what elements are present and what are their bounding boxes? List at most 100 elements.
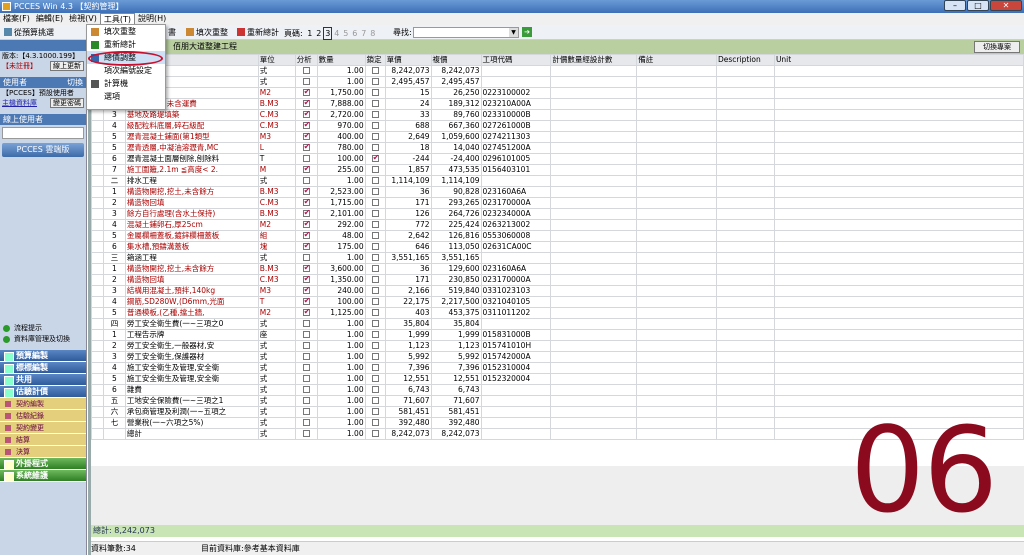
- description-en-cell[interactable]: [716, 186, 775, 198]
- analysis-cell[interactable]: [294, 153, 318, 165]
- remark-cell[interactable]: [636, 164, 717, 176]
- item-no-cell[interactable]: 4: [102, 362, 126, 374]
- lock-checkbox[interactable]: [371, 243, 379, 250]
- description-en-cell[interactable]: [716, 252, 775, 264]
- analysis-checkbox[interactable]: [302, 386, 310, 393]
- lock-cell[interactable]: [364, 395, 386, 407]
- nav-budget[interactable]: 預算編製: [0, 350, 86, 362]
- lock-checkbox[interactable]: [371, 133, 379, 140]
- remark-cell[interactable]: [636, 208, 717, 220]
- analysis-cell[interactable]: [294, 98, 318, 110]
- quantity-cell[interactable]: 1.00: [316, 362, 366, 374]
- lock-checkbox[interactable]: [371, 430, 379, 437]
- total-cell[interactable]: 26,250: [430, 87, 482, 99]
- table-row[interactable]: 2構造物回填C.M3 1,715.00 171293,265023170000A: [91, 197, 1024, 209]
- unit-en-cell[interactable]: [773, 384, 1024, 396]
- nav-valuation[interactable]: 估驗計價: [0, 386, 86, 398]
- lock-checkbox[interactable]: [371, 254, 379, 261]
- lock-cell[interactable]: [364, 175, 386, 187]
- lock-cell[interactable]: [364, 164, 386, 176]
- lock-cell[interactable]: [364, 98, 386, 110]
- unit-en-cell[interactable]: [773, 186, 1024, 198]
- item-no-cell[interactable]: 5: [102, 230, 126, 242]
- unit-cell[interactable]: B.M3: [257, 186, 296, 198]
- remark-cell[interactable]: [636, 384, 717, 396]
- description-cell[interactable]: 工地安全保險費(一~三項之1: [124, 395, 259, 407]
- quantity-cell[interactable]: 255.00: [316, 164, 366, 176]
- unit-en-cell[interactable]: [773, 285, 1024, 297]
- unit-price-cell[interactable]: 403: [384, 307, 432, 319]
- menu-item-options[interactable]: 選項: [87, 90, 165, 103]
- unit-cell[interactable]: 式: [257, 175, 296, 187]
- design-qty-cell[interactable]: [550, 285, 638, 297]
- description-en-cell[interactable]: [716, 351, 775, 363]
- code-cell[interactable]: 027261000B: [480, 120, 552, 132]
- total-cell[interactable]: 293,265: [430, 197, 482, 209]
- code-cell[interactable]: [480, 395, 552, 407]
- description-cell[interactable]: 瀝青混凝土面層刨除,刨除料: [124, 153, 259, 165]
- unit-price-cell[interactable]: 22,175: [384, 296, 432, 308]
- unit-en-cell[interactable]: [773, 120, 1024, 132]
- renumber-button[interactable]: 填次重整: [186, 27, 228, 38]
- col-description-en[interactable]: Description: [716, 54, 775, 66]
- quantity-cell[interactable]: 1.00: [316, 76, 366, 88]
- dropdown-arrow-icon[interactable]: ▼: [509, 28, 518, 37]
- lock-checkbox[interactable]: [371, 419, 379, 426]
- item-no-cell[interactable]: [102, 428, 126, 440]
- design-qty-cell[interactable]: [550, 362, 638, 374]
- unit-en-cell[interactable]: [773, 362, 1024, 374]
- item-no-cell[interactable]: 1: [102, 263, 126, 275]
- row-marker[interactable]: [91, 395, 104, 407]
- table-row[interactable]: 5瀝青透層,中凝油溶瀝青,MCL 780.00 1814,040027451200A: [91, 142, 1024, 154]
- analysis-cell[interactable]: [294, 230, 318, 242]
- quantity-cell[interactable]: 1.00: [316, 351, 366, 363]
- unit-cell[interactable]: T: [257, 153, 296, 165]
- table-row[interactable]: 及路面鋪設,未含運費B.M37,888.0024189,312023210A00…: [91, 98, 1024, 110]
- analysis-cell[interactable]: [294, 241, 318, 253]
- design-qty-cell[interactable]: [550, 109, 638, 121]
- code-cell[interactable]: 015742000A: [480, 351, 552, 363]
- remark-cell[interactable]: [636, 76, 717, 88]
- lock-cell[interactable]: [364, 274, 386, 286]
- code-cell[interactable]: 02631CA00C: [480, 241, 552, 253]
- analysis-cell[interactable]: [294, 76, 318, 88]
- item-no-cell[interactable]: 1: [102, 329, 126, 341]
- row-marker[interactable]: [91, 296, 104, 308]
- code-cell[interactable]: 023310000B: [480, 109, 552, 121]
- item-no-cell[interactable]: 3: [102, 109, 126, 121]
- lock-cell[interactable]: [364, 307, 386, 319]
- row-marker[interactable]: [91, 241, 104, 253]
- analysis-cell[interactable]: [294, 329, 318, 341]
- design-qty-cell[interactable]: [550, 274, 638, 286]
- unit-cell[interactable]: B.M3: [257, 263, 296, 275]
- unit-price-cell[interactable]: 2,166: [384, 285, 432, 297]
- total-cell[interactable]: 89,760: [430, 109, 482, 121]
- description-en-cell[interactable]: [716, 428, 775, 440]
- col-total[interactable]: 複價: [430, 54, 482, 66]
- quantity-cell[interactable]: 970.00: [316, 120, 366, 132]
- analysis-checkbox[interactable]: [302, 133, 310, 141]
- row-marker[interactable]: [91, 428, 104, 440]
- unit-cell[interactable]: M2: [257, 307, 296, 319]
- unit-price-cell[interactable]: 1,999: [384, 329, 432, 341]
- row-marker[interactable]: [91, 274, 104, 286]
- lock-checkbox[interactable]: [371, 78, 379, 85]
- unit-price-cell[interactable]: 2,649: [384, 131, 432, 143]
- description-cell[interactable]: 箱涵工程: [124, 252, 259, 264]
- code-cell[interactable]: 015741010H: [480, 340, 552, 352]
- analysis-cell[interactable]: [294, 109, 318, 121]
- page-6[interactable]: 6: [350, 28, 359, 39]
- description-cell[interactable]: 雜費: [124, 384, 259, 396]
- unit-en-cell[interactable]: [773, 373, 1024, 385]
- analysis-cell[interactable]: [294, 296, 318, 308]
- description-cell[interactable]: 承包商管理及利潤(一~五項之: [124, 406, 259, 418]
- lock-cell[interactable]: [364, 428, 386, 440]
- lock-checkbox[interactable]: [371, 364, 379, 371]
- table-row[interactable]: 二排水工程式 1.00 1,114,109 1,114,109: [91, 175, 1024, 187]
- remark-cell[interactable]: [636, 406, 717, 418]
- lock-cell[interactable]: [364, 76, 386, 88]
- lock-checkbox[interactable]: [371, 100, 379, 107]
- description-cell[interactable]: 基地及路堤填築: [124, 109, 259, 121]
- unit-price-cell[interactable]: 3,551,165: [384, 252, 432, 264]
- lock-checkbox[interactable]: [371, 221, 379, 228]
